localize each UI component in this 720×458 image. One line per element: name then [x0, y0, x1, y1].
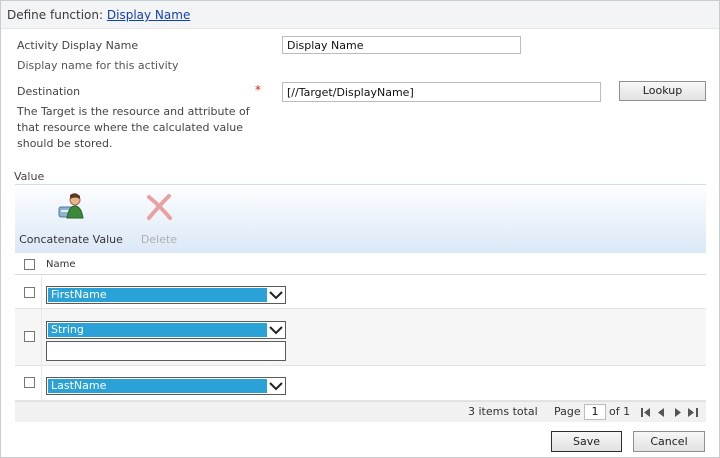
activity-name-input[interactable]: Display Name — [282, 36, 521, 54]
select-all-checkbox[interactable] — [24, 259, 35, 270]
next-page-icon[interactable] — [674, 408, 681, 417]
select-value: LastName — [48, 379, 267, 393]
grid-footer: 3 items total Page 1 of 1 — [15, 401, 706, 422]
row-checkbox[interactable] — [24, 331, 35, 342]
previous-page-icon[interactable] — [658, 408, 665, 417]
grid-header: Name — [15, 254, 706, 275]
destination-label: Destination — [17, 85, 81, 98]
destination-hint-3: should be stored. — [17, 137, 113, 150]
attribute-select[interactable]: String — [46, 321, 286, 339]
activity-name-label: Activity Display Name — [17, 39, 139, 52]
page-count: of 1 — [609, 405, 631, 418]
cell-separator — [41, 276, 42, 308]
save-button[interactable]: Save — [551, 431, 622, 452]
select-value: String — [48, 323, 267, 337]
string-value-input[interactable] — [46, 341, 286, 361]
cancel-button[interactable]: Cancel — [633, 431, 705, 452]
page-label: Page — [554, 405, 581, 418]
value-toolbar: Concatenate Value Delete — [15, 184, 706, 253]
destination-input[interactable]: [//Target/DisplayName] — [282, 82, 601, 102]
destination-hint-1: The Target is the resource and attribute… — [17, 105, 250, 118]
title-bar: Define function: Display Name — [1, 1, 719, 29]
table-row: String — [15, 309, 706, 366]
concatenate-value-button[interactable]: Concatenate Value — [19, 191, 123, 246]
last-page-icon[interactable] — [688, 408, 698, 417]
required-marker: * — [255, 83, 261, 97]
title-link[interactable]: Display Name — [107, 8, 190, 22]
chevron-down-icon — [269, 326, 283, 335]
table-row: FirstName — [15, 276, 706, 309]
chevron-down-icon — [269, 291, 283, 300]
attribute-select[interactable]: FirstName — [46, 286, 286, 304]
row-checkbox[interactable] — [24, 287, 35, 298]
items-total: 3 items total — [468, 405, 538, 418]
delete-label: Delete — [140, 233, 178, 246]
attribute-select[interactable]: LastName — [46, 377, 286, 395]
value-label: Value — [14, 170, 45, 183]
activity-name-hint: Display name for this activity — [17, 59, 179, 72]
title-text: Define function: — [7, 8, 107, 22]
concatenate-value-label: Concatenate Value — [19, 233, 123, 246]
destination-hint-2: that resource where the calculated value — [17, 121, 244, 134]
column-header-name[interactable]: Name — [46, 259, 76, 270]
table-row: LastName — [15, 366, 706, 401]
user-add-icon — [55, 191, 87, 223]
dialog-frame: Define function: Display Name Activity D… — [0, 0, 720, 458]
delete-x-icon — [143, 191, 175, 223]
first-page-icon[interactable] — [641, 408, 651, 417]
cell-separator — [41, 309, 42, 365]
lookup-button[interactable]: Lookup — [619, 81, 706, 101]
title-label: Define function: Display Name — [7, 8, 190, 22]
select-value: FirstName — [48, 288, 267, 302]
row-checkbox[interactable] — [24, 377, 35, 388]
page-number-input[interactable]: 1 — [584, 404, 606, 420]
cell-separator — [41, 366, 42, 400]
chevron-down-icon — [269, 382, 283, 391]
delete-button[interactable]: Delete — [133, 191, 185, 246]
